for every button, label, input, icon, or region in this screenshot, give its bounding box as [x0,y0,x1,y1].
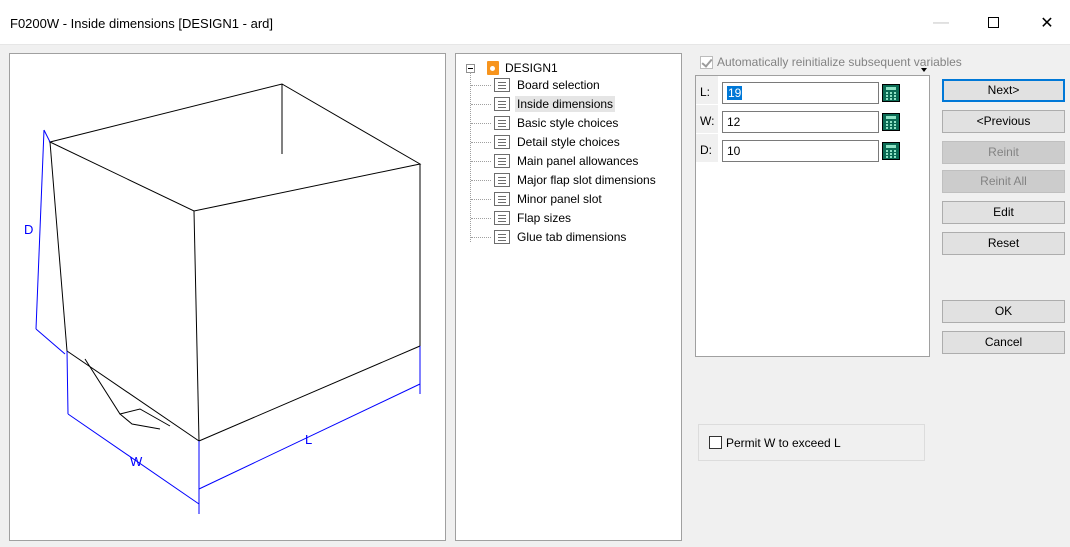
document-icon [494,116,510,130]
reinit-all-button[interactable]: Reinit All [942,170,1065,193]
variable-row-l: L: 19 [696,76,929,104]
tree-item-basic-style-choices[interactable]: Basic style choices [470,114,620,132]
maximize-button[interactable] [970,0,1016,45]
step-tree: DESIGN1 Board selection Inside dimension… [455,53,682,541]
permit-label: Permit W to exceed L [726,435,841,450]
box-front-edge [193,210,200,442]
minimize-button[interactable]: — [918,0,964,45]
minimize-icon: — [933,13,949,31]
tree-item-detail-style-choices[interactable]: Detail style choices [471,133,622,151]
tree-item-glue-tab-dimensions[interactable]: Glue tab dimensions [470,228,628,246]
width-input[interactable]: 12 [722,111,879,133]
variable-label: L: [696,76,718,104]
tree-item-label: Inside dimensions [515,96,616,112]
title-bar: F0200W - Inside dimensions [DESIGN1 - ar… [0,0,1070,45]
box-bottom-right [198,345,421,442]
tree-item-label: Flap sizes [517,211,572,225]
tree-root-label: DESIGN1 [505,61,558,75]
permit-group: Permit W to exceed L [698,424,925,461]
tree-item-label: Basic style choices [517,116,619,130]
calculator-icon[interactable] [882,84,900,102]
auto-reinit-option: Automatically reinitialize subsequent va… [700,55,962,69]
box-preview-panel: D W L [9,53,446,541]
length-input[interactable]: 19 [722,82,879,104]
previous-button[interactable]: <Previous [942,110,1065,133]
document-icon [494,173,510,187]
box-left-edge [49,141,68,352]
depth-value: 10 [727,144,741,158]
d-extension-line [35,328,66,355]
document-icon [494,78,510,92]
calculator-icon[interactable] [882,142,900,160]
close-button[interactable]: ✕ [1024,0,1070,45]
close-icon: ✕ [1040,14,1054,32]
auto-reinit-checkbox[interactable] [700,55,713,69]
document-icon [494,192,510,206]
w-label: W [130,454,143,469]
reinit-button[interactable]: Reinit [942,141,1065,164]
auto-reinit-label: Automatically reinitialize subsequent va… [717,55,962,69]
tree-item-board-selection[interactable]: Board selection [471,76,602,94]
dimension-lines [35,129,421,514]
cancel-button[interactable]: Cancel [942,331,1065,354]
w-extension-left [66,350,69,415]
permit-w-exceed-l-checkbox[interactable] [709,436,722,449]
document-icon [494,135,510,149]
tree-item-label: Board selection [517,78,600,92]
next-button[interactable]: Next> [942,79,1065,102]
ok-button[interactable]: OK [942,300,1065,323]
tree-item-flap-sizes[interactable]: Flap sizes [470,209,573,227]
calculator-icon[interactable] [882,113,900,131]
document-icon [494,154,510,168]
maximize-icon [987,17,999,28]
tree-item-label: Glue tab dimensions [517,230,627,244]
variable-label: D: [696,134,718,162]
flap-outline-2 [119,413,161,430]
tree-item-label: Main panel allowances [517,154,639,168]
box-drawing: D W L [24,83,422,514]
box-outline [48,83,422,442]
width-value: 12 [727,115,741,129]
tree-item-main-panel-allowances[interactable]: Main panel allowances [470,152,640,170]
variable-row-d: D: 10 [696,134,929,162]
depth-input[interactable]: 10 [722,140,879,162]
edit-button[interactable]: Edit [942,201,1065,224]
variables-grid: L: 19 W: 12 D: 10 [695,75,930,357]
document-icon [494,97,510,111]
caret-down-icon [921,68,927,72]
tree-item-label: Major flap slot dimensions [517,173,656,187]
variable-row-w: W: 12 [696,105,929,133]
d-dimension-line [35,129,45,330]
box-top-opening [48,83,422,212]
tree-item-label: Detail style choices [517,135,620,149]
tree-item-major-flap-slot-dimensions[interactable]: Major flap slot dimensions [471,171,658,189]
d-label: D [24,222,33,237]
document-icon [494,211,510,225]
variable-label: W: [696,105,718,133]
tree-item-label: Minor panel slot [517,192,602,206]
length-value: 19 [727,86,743,100]
document-icon [494,230,510,244]
window-title: F0200W - Inside dimensions [DESIGN1 - ar… [10,16,273,31]
reset-button[interactable]: Reset [942,232,1065,255]
d-extension-top [43,129,51,143]
l-label: L [305,432,312,447]
tree-item-minor-panel-slot[interactable]: Minor panel slot [471,190,604,208]
tree-item-inside-dimensions[interactable]: Inside dimensions [470,95,616,113]
